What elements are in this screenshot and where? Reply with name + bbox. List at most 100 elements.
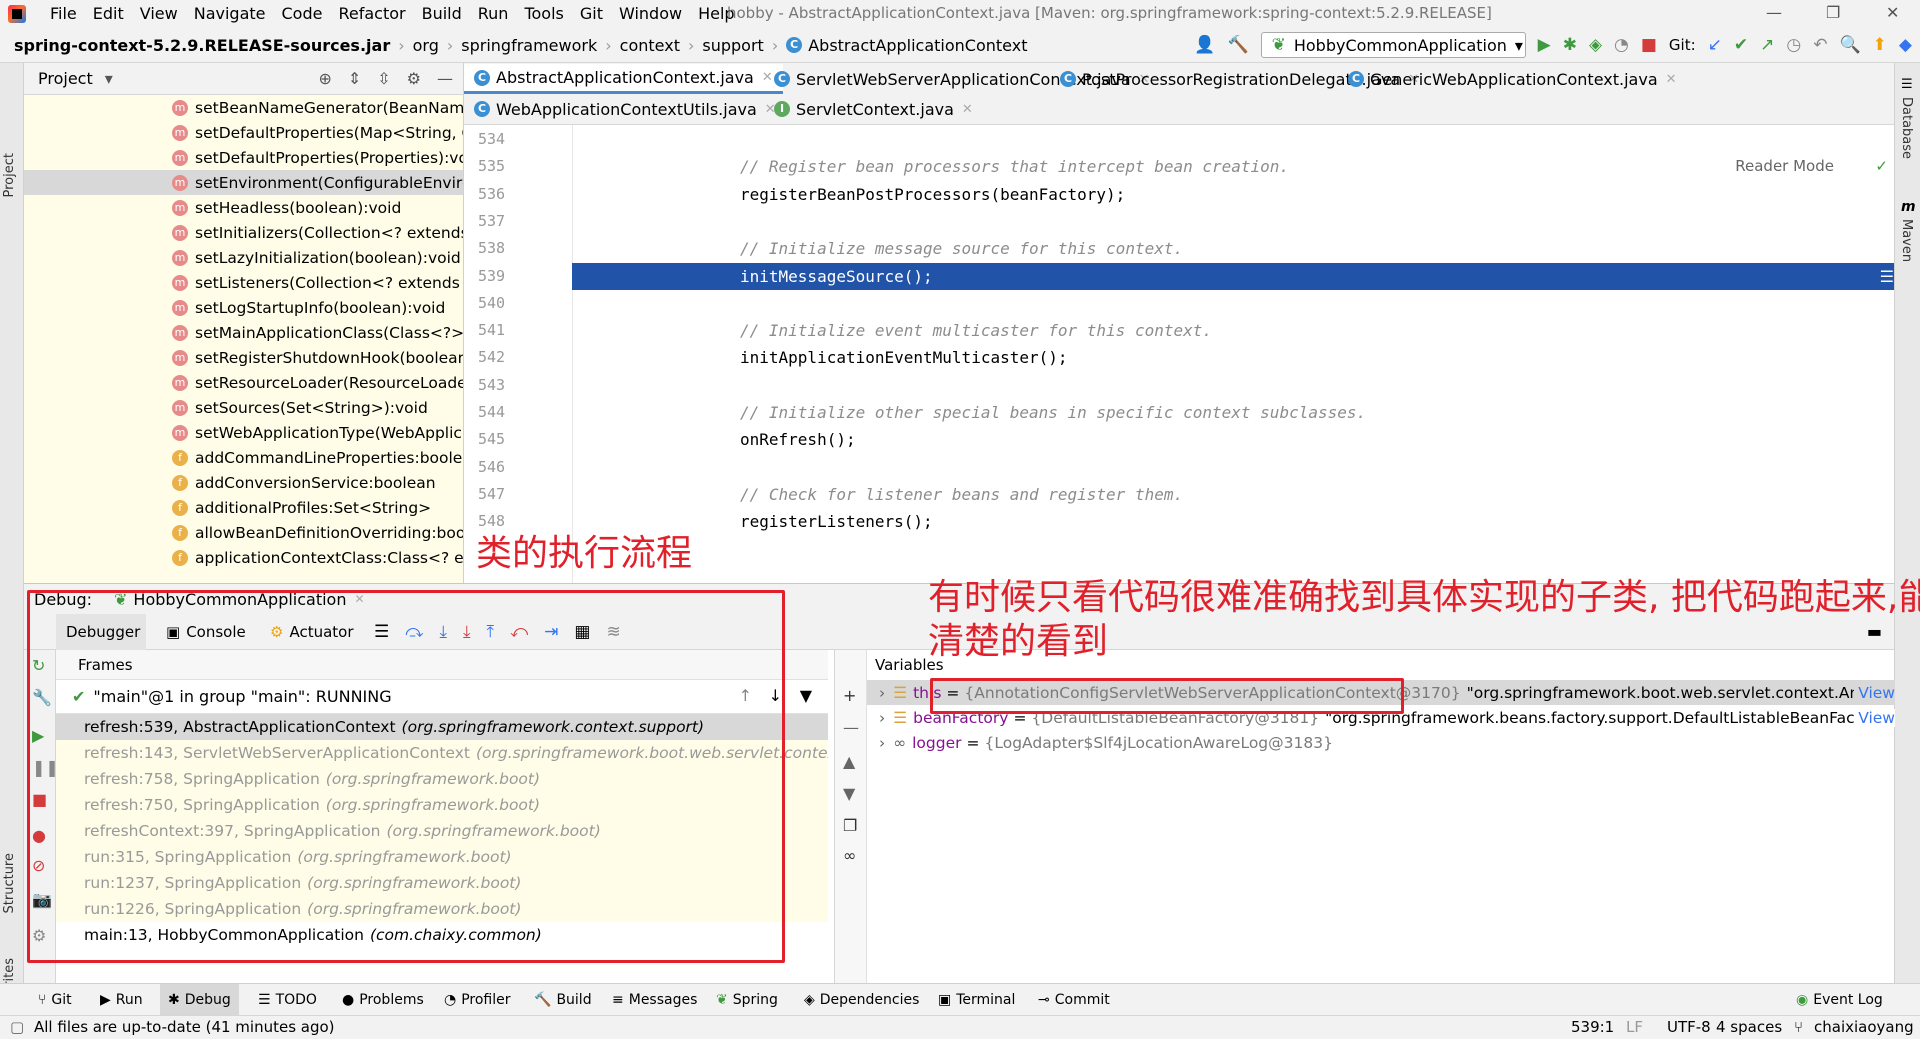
remove-icon[interactable]: — [843, 718, 859, 737]
line-number[interactable]: 543 [478, 372, 518, 399]
breadcrumb-support[interactable]: support [702, 36, 763, 55]
line-number[interactable]: 536 [478, 181, 518, 208]
tree-item[interactable]: m setMainApplicationClass(Class<?>):void [24, 320, 463, 345]
breadcrumb-context[interactable]: context [620, 36, 680, 55]
profile-icon[interactable]: ◔ [1614, 35, 1629, 55]
git-branch[interactable]: chaixiaoyang [1814, 1018, 1914, 1036]
view-link[interactable]: View [1854, 708, 1895, 727]
code-line[interactable]: 536 registerBeanPostProcessors(beanFactor… [464, 181, 1894, 208]
menu-build[interactable]: Build [414, 3, 470, 25]
tool-terminal[interactable]: ▣ Terminal [930, 984, 1023, 1016]
menu-run[interactable]: Run [470, 3, 517, 25]
close-tab-icon[interactable]: ✕ [962, 102, 973, 117]
project-title[interactable]: Project [38, 69, 93, 88]
code-line[interactable]: 540 [464, 290, 1894, 317]
breadcrumb-org[interactable]: org [413, 36, 439, 55]
code-line[interactable]: 538 // Initialize message source for this… [464, 235, 1894, 262]
user-icon[interactable]: 👤 [1194, 35, 1215, 55]
menu-view[interactable]: View [132, 3, 186, 25]
line-number[interactable]: 542 [478, 344, 518, 371]
hide-icon[interactable]: — [437, 69, 453, 88]
editor-tab[interactable]: C GenericWebApplicationContext.java ✕ [1338, 64, 1687, 94]
code-line[interactable]: 537 [464, 208, 1894, 235]
indent-setting[interactable]: 4 spaces [1716, 1018, 1782, 1036]
expand-icon[interactable]: › [879, 709, 885, 727]
restore-icon[interactable]: ❐ [1826, 3, 1840, 22]
tree-item[interactable]: m setLazyInitialization(boolean):void [24, 245, 463, 270]
history-icon[interactable]: ◷ [1786, 35, 1801, 55]
caret-position[interactable]: 539:1 [1571, 1018, 1614, 1036]
filter-icon[interactable]: ▼ [800, 686, 812, 705]
search-icon[interactable]: 🔍 [1840, 35, 1861, 55]
menu-navigate[interactable]: Navigate [186, 3, 274, 25]
line-number[interactable]: 546 [478, 454, 518, 481]
menu-code[interactable]: Code [274, 3, 331, 25]
line-number[interactable]: 547 [478, 481, 518, 508]
code-line[interactable]: 544 // Initialize other special beans in … [464, 399, 1894, 426]
tool-messages[interactable]: ≡ Messages [604, 984, 705, 1016]
ide-features-icon[interactable]: ◆ [1899, 35, 1912, 55]
code-view[interactable]: 534 535 // Register bean processors that i… [464, 125, 1894, 583]
expand-icon[interactable]: › [879, 684, 885, 702]
minimize-icon[interactable]: — [1766, 3, 1782, 22]
debug-bug-icon[interactable]: ✱ [1563, 35, 1577, 55]
menu-git[interactable]: Git [572, 3, 611, 25]
editor-tab[interactable]: C AbstractApplicationContext.java ✕ [464, 64, 783, 94]
tool-debug[interactable]: ✱ Debug [160, 984, 239, 1016]
editor-tab[interactable]: C WebApplicationContextUtils.java ✕ [464, 94, 786, 124]
tree-item[interactable]: m setListeners(Collection<? extends Appli… [24, 270, 463, 295]
git-push-icon[interactable]: ↗ [1760, 35, 1774, 55]
run-icon[interactable]: ▶ [1538, 35, 1551, 55]
coverage-icon[interactable]: ◈ [1589, 35, 1602, 55]
menu-tools[interactable]: Tools [516, 3, 571, 25]
tool-problems[interactable]: ● Problems [334, 984, 432, 1016]
move-down-icon[interactable]: ▼ [843, 784, 855, 803]
tree-item[interactable]: m setWebApplicationType(WebApplicationTyp… [24, 420, 463, 445]
line-number[interactable]: 544 [478, 399, 518, 426]
editor-tab[interactable]: I ServletContext.java ✕ [764, 94, 983, 124]
tree-item[interactable]: f addConversionService:boolean [24, 470, 463, 495]
variable-row[interactable]: › ∞ logger = {LogAdapter$Slf4jLocationAwareL… [867, 730, 1895, 755]
tool-dependencies[interactable]: ◈ Dependencies [796, 984, 927, 1016]
collapse-all-icon[interactable]: ⇳ [377, 69, 390, 88]
menu-edit[interactable]: Edit [85, 3, 132, 25]
tree-item[interactable]: f allowBeanDefinitionOverriding:boolean [24, 520, 463, 545]
tree-item[interactable]: m setBeanNameGenerator(BeanNameGenerator)… [24, 95, 463, 120]
tool-git[interactable]: ⑂ Git [30, 984, 80, 1016]
structure-tool-tab[interactable]: Structure [2, 853, 17, 913]
tree-item[interactable]: m setDefaultProperties(Map<String, Object… [24, 120, 463, 145]
line-separator[interactable]: LF [1626, 1018, 1643, 1036]
menu-refactor[interactable]: Refactor [330, 3, 413, 25]
code-line[interactable]: 547 // Check for listener beans and regis… [464, 481, 1894, 508]
breadcrumb-jar[interactable]: spring-context-5.2.9.RELEASE-sources.jar [14, 36, 390, 55]
tool-todo[interactable]: ☰ TODO [250, 984, 325, 1016]
tool-event-log[interactable]: ◉ Event Log [1788, 984, 1891, 1016]
close-icon[interactable]: ✕ [1886, 3, 1899, 22]
code-line[interactable]: 539 initMessageSource(); ☰ [464, 262, 1894, 290]
tree-item[interactable]: m setDefaultProperties(Properties):void [24, 145, 463, 170]
line-number[interactable]: 540 [478, 290, 518, 317]
reader-mode-button[interactable]: Reader Mode [1735, 157, 1834, 175]
tree-item[interactable]: m setSources(Set<String>):void [24, 395, 463, 420]
stop-icon[interactable]: ■ [1641, 35, 1657, 55]
tree-item[interactable]: f applicationContextClass:Class<? extends… [24, 545, 463, 570]
tree-item[interactable]: m setResourceLoader(ResourceLoader):void [24, 370, 463, 395]
code-line[interactable]: 534 [464, 126, 1894, 153]
copy-icon[interactable]: ❐ [843, 816, 857, 835]
tree-item[interactable]: m setHeadless(boolean):void [24, 195, 463, 220]
database-tool-tab[interactable]: Database [1899, 97, 1914, 159]
tree-item[interactable]: m setRegisterShutdownHook(boolean):void [24, 345, 463, 370]
run-configuration-select[interactable]: ❦ HobbyCommonApplication ▾ [1260, 32, 1526, 58]
maven-tool-tab[interactable]: Maven [1899, 219, 1914, 262]
tool-run[interactable]: ▶ Run [92, 984, 151, 1016]
tree-item[interactable]: m setInitializers(Collection<? extends Ap… [24, 220, 463, 245]
line-number[interactable]: 535 [478, 153, 518, 180]
tool-build[interactable]: 🔨 Build [526, 984, 600, 1016]
layout-icon[interactable]: ▬ [1867, 622, 1882, 641]
line-number[interactable]: 534 [478, 126, 518, 153]
git-commit-icon[interactable]: ✔ [1734, 35, 1748, 55]
update-icon[interactable]: ⬆ [1873, 35, 1887, 55]
git-update-icon[interactable]: ↙ [1708, 35, 1722, 55]
rollback-icon[interactable]: ↶ [1813, 35, 1827, 55]
expand-all-icon[interactable]: ⇕ [348, 69, 361, 88]
